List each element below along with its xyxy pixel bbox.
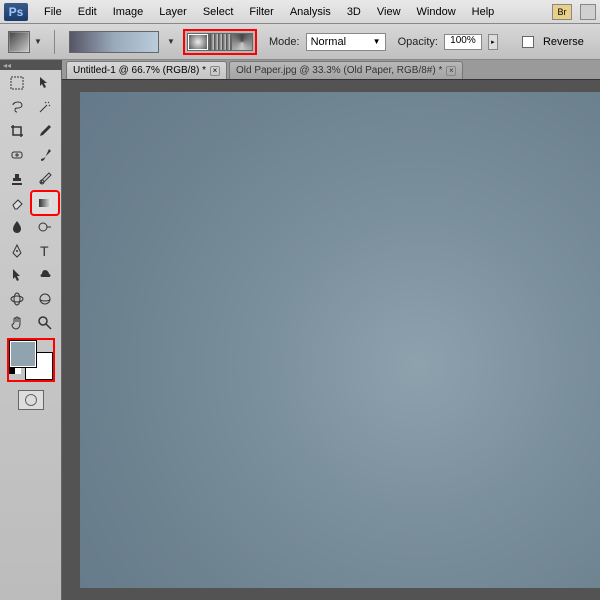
- history-brush-tool[interactable]: [32, 168, 58, 190]
- separator: [54, 30, 55, 54]
- panel-collapse-grip[interactable]: ◂◂: [0, 60, 14, 70]
- menu-image[interactable]: Image: [105, 3, 152, 21]
- heal-tool[interactable]: [4, 144, 30, 166]
- document-tabs: Untitled-1 @ 66.7% (RGB/8) * × Old Paper…: [62, 60, 600, 80]
- document-area: Untitled-1 @ 66.7% (RGB/8) * × Old Paper…: [62, 60, 600, 600]
- blend-mode-select[interactable]: Normal ▼: [306, 33, 386, 51]
- reverse-label: Reverse: [543, 36, 584, 48]
- magic-wand-tool[interactable]: [32, 96, 58, 118]
- menu-file[interactable]: File: [36, 3, 70, 21]
- stamp-tool[interactable]: [4, 168, 30, 190]
- shape-tool[interactable]: [32, 264, 58, 286]
- chevron-down-icon[interactable]: ▼: [34, 37, 44, 46]
- radial-gradient-button[interactable]: [187, 33, 209, 51]
- hand-tool[interactable]: [4, 312, 30, 334]
- opacity-label: Opacity:: [398, 36, 438, 48]
- zoom-tool[interactable]: [32, 312, 58, 334]
- tab-label: Untitled-1 @ 66.7% (RGB/8) *: [73, 65, 206, 76]
- angle-gradient-button[interactable]: [231, 33, 253, 51]
- document-tab-inactive[interactable]: Old Paper.jpg @ 33.3% (Old Paper, RGB/8#…: [229, 61, 463, 79]
- dodge-tool[interactable]: [32, 216, 58, 238]
- blend-mode-value: Normal: [311, 36, 346, 48]
- tool-preset-picker[interactable]: [8, 31, 30, 53]
- pen-tool[interactable]: [4, 240, 30, 262]
- app-logo: Ps: [4, 3, 28, 21]
- quick-mask-toggle[interactable]: [18, 390, 44, 410]
- tab-label: Old Paper.jpg @ 33.3% (Old Paper, RGB/8#…: [236, 65, 442, 76]
- close-icon[interactable]: ×: [210, 66, 220, 76]
- menu-view[interactable]: View: [369, 3, 409, 21]
- menu-3d[interactable]: 3D: [339, 3, 369, 21]
- 3d-orbit-tool[interactable]: [32, 288, 58, 310]
- eyedropper-tool[interactable]: [32, 120, 58, 142]
- options-bar: ▼ ▼ Mode: Normal ▼ Opacity: 100% ▸ Rever…: [0, 24, 600, 60]
- menu-edit[interactable]: Edit: [70, 3, 105, 21]
- menubar: Ps File Edit Image Layer Select Filter A…: [0, 0, 600, 24]
- gradient-type-group: [183, 29, 257, 55]
- crop-tool[interactable]: [4, 120, 30, 142]
- document-tab-active[interactable]: Untitled-1 @ 66.7% (RGB/8) * ×: [66, 61, 227, 79]
- chevron-down-icon: ▼: [373, 37, 381, 46]
- menu-help[interactable]: Help: [464, 3, 503, 21]
- eraser-tool[interactable]: [4, 192, 30, 214]
- opacity-input[interactable]: 100%: [444, 34, 482, 50]
- menu-layer[interactable]: Layer: [151, 3, 195, 21]
- blur-tool[interactable]: [4, 216, 30, 238]
- menu-select[interactable]: Select: [195, 3, 242, 21]
- menu-window[interactable]: Window: [409, 3, 464, 21]
- bridge-launcher[interactable]: Br: [552, 4, 572, 20]
- foreground-color-swatch[interactable]: [9, 340, 37, 368]
- color-swatches[interactable]: [9, 340, 53, 380]
- type-tool[interactable]: T: [32, 240, 58, 262]
- default-colors-icon[interactable]: [9, 368, 21, 380]
- tools-panel: T: [0, 70, 62, 600]
- rect-marquee-tool[interactable]: [4, 72, 30, 94]
- linear-gradient-button[interactable]: [209, 33, 231, 51]
- lasso-tool[interactable]: [4, 96, 30, 118]
- menubar-extra-icon[interactable]: [580, 4, 596, 20]
- artboard[interactable]: [80, 92, 600, 588]
- gradient-editor[interactable]: [69, 31, 159, 53]
- chevron-down-icon[interactable]: ▼: [167, 37, 177, 46]
- svg-text:T: T: [40, 243, 49, 259]
- opacity-flyout-icon[interactable]: ▸: [488, 34, 498, 50]
- path-select-tool[interactable]: [4, 264, 30, 286]
- close-icon[interactable]: ×: [446, 66, 456, 76]
- gradient-tool[interactable]: [32, 192, 58, 214]
- move-tool[interactable]: [32, 72, 58, 94]
- mode-label: Mode:: [269, 36, 300, 48]
- reverse-checkbox[interactable]: [522, 36, 534, 48]
- menu-filter[interactable]: Filter: [241, 3, 281, 21]
- menu-analysis[interactable]: Analysis: [282, 3, 339, 21]
- 3d-rotate-tool[interactable]: [4, 288, 30, 310]
- canvas-viewport[interactable]: [62, 80, 600, 600]
- brush-tool[interactable]: [32, 144, 58, 166]
